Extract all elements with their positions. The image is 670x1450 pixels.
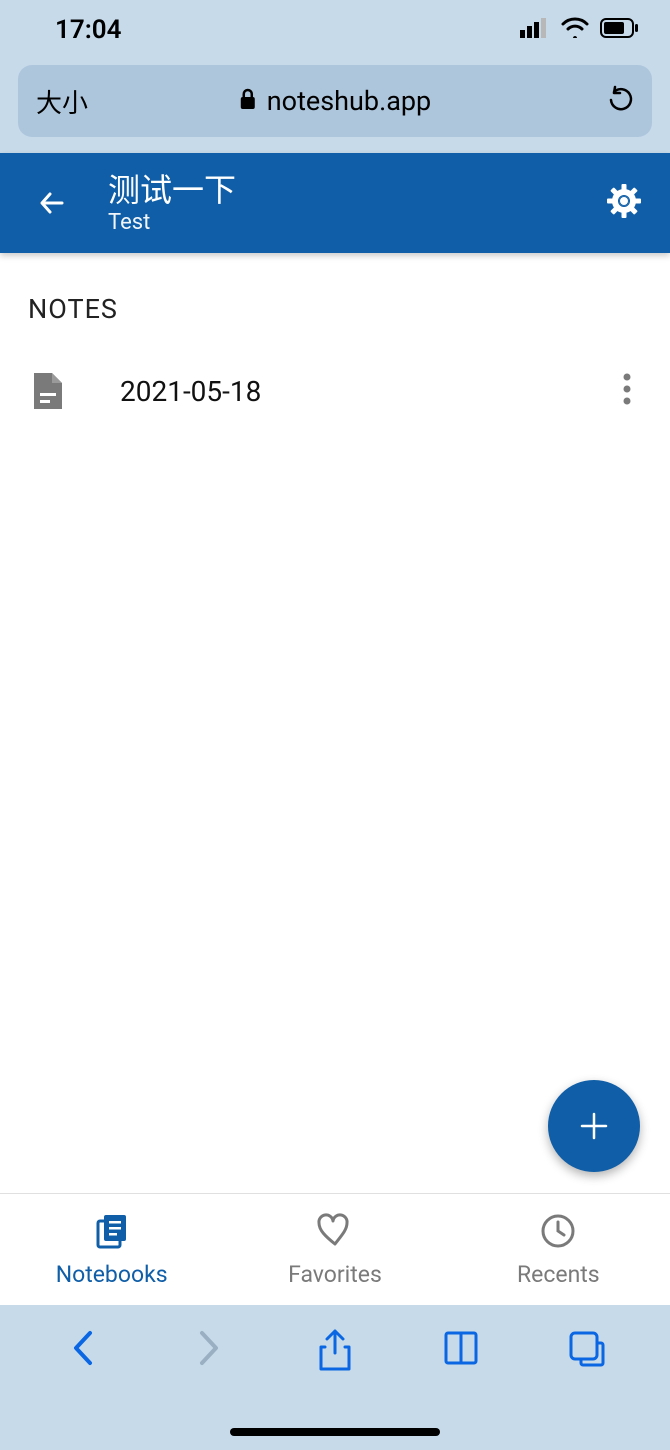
bottom-nav: Notebooks Favorites Recents xyxy=(0,1193,670,1305)
url-bar[interactable]: 大小 noteshub.app xyxy=(18,65,652,137)
note-row[interactable]: 2021-05-18 xyxy=(0,345,670,437)
nav-label: Notebooks xyxy=(56,1261,168,1288)
wifi-icon xyxy=(560,15,590,45)
status-time: 17:04 xyxy=(55,15,122,45)
settings-button[interactable] xyxy=(606,183,642,223)
more-button[interactable] xyxy=(612,362,642,420)
battery-icon xyxy=(600,15,640,45)
page-subtitle: Test xyxy=(108,210,236,235)
browser-forward-button[interactable] xyxy=(184,1329,234,1367)
safari-toolbar xyxy=(0,1305,670,1450)
status-indicators xyxy=(520,15,640,45)
home-indicator[interactable] xyxy=(230,1428,440,1436)
bookmarks-button[interactable] xyxy=(436,1329,486,1367)
lock-icon xyxy=(239,85,257,117)
nav-recents[interactable]: Recents xyxy=(447,1194,670,1305)
page-title: 测试一下 xyxy=(108,171,236,209)
document-icon xyxy=(28,371,68,411)
section-header: NOTES xyxy=(0,293,670,345)
url-display[interactable]: noteshub.app xyxy=(239,85,431,117)
nav-notebooks[interactable]: Notebooks xyxy=(0,1194,223,1305)
nav-label: Recents xyxy=(517,1261,600,1288)
status-bar: 17:04 xyxy=(0,0,670,60)
cellular-icon xyxy=(520,15,550,45)
header-titles: 测试一下 Test xyxy=(108,171,236,234)
share-button[interactable] xyxy=(310,1329,360,1373)
back-button[interactable] xyxy=(28,186,78,220)
app-header: 测试一下 Test xyxy=(0,153,670,253)
main-content: NOTES 2021-05-18 xyxy=(0,253,670,437)
tabs-button[interactable] xyxy=(562,1329,612,1369)
font-size-button[interactable]: 大小 xyxy=(36,83,88,120)
add-button[interactable] xyxy=(548,1080,640,1172)
heart-icon xyxy=(315,1211,355,1255)
nav-favorites[interactable]: Favorites xyxy=(223,1194,446,1305)
plus-icon xyxy=(578,1110,610,1142)
reload-button[interactable] xyxy=(606,84,634,118)
note-title: 2021-05-18 xyxy=(120,375,612,408)
browser-chrome: 大小 noteshub.app xyxy=(0,60,670,153)
clock-icon xyxy=(538,1211,578,1255)
notebooks-icon xyxy=(92,1211,132,1255)
url-text: noteshub.app xyxy=(267,85,431,117)
browser-back-button[interactable] xyxy=(58,1329,108,1367)
nav-label: Favorites xyxy=(288,1261,382,1288)
